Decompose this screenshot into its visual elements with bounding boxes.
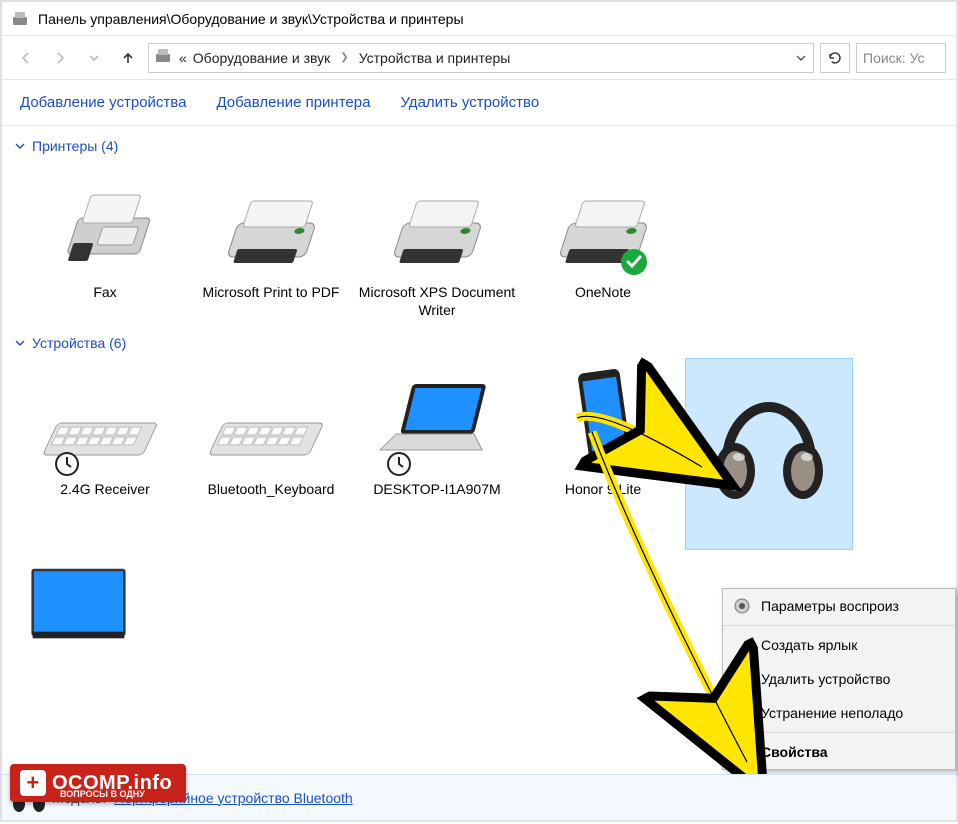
add-device-button[interactable]: Добавление устройства (20, 94, 186, 111)
device-label: 2.4G Receiver (26, 481, 184, 499)
group-header-printers[interactable]: Принтеры (4) (12, 132, 946, 162)
menu-separator (723, 732, 955, 733)
device-phone[interactable]: Honor 9 Lite (520, 359, 686, 549)
watermark-plus-icon: + (20, 770, 46, 796)
chevron-down-icon (14, 140, 26, 152)
device-xps-writer[interactable]: Microsoft XPS Document Writer (354, 162, 520, 329)
blank-icon (733, 704, 751, 722)
search-placeholder: Поиск: Ус (863, 50, 925, 66)
blank-icon (733, 636, 751, 654)
search-input[interactable]: Поиск: Ус (856, 43, 946, 73)
address-bar[interactable]: « Оборудование и звук ❯ Устройства и при… (148, 43, 814, 73)
device-receiver[interactable]: 2.4G Receiver (22, 359, 188, 549)
device-label: DESKTOP-I1A907M (358, 481, 516, 499)
breadcrumb-prefix[interactable]: « (179, 50, 187, 66)
titlebar: Панель управления\Оборудование и звук\Ус… (2, 2, 956, 36)
group-title-devices: Устройства (6) (32, 335, 126, 351)
context-menu: Параметры воспроиз Создать ярлык Удалить… (722, 588, 956, 770)
device-label: Fax (26, 284, 184, 302)
device-print-to-pdf[interactable]: Microsoft Print to PDF (188, 162, 354, 329)
up-button[interactable] (114, 44, 142, 72)
remove-device-button[interactable]: Удалить устройство (400, 94, 539, 111)
fax-icon (26, 168, 184, 278)
breadcrumb-2[interactable]: Устройства и принтеры (359, 50, 511, 66)
pending-clock-icon (386, 451, 412, 477)
menu-label: Удалить устройство (761, 671, 890, 687)
menu-remove-device[interactable]: Удалить устройство (723, 662, 955, 696)
menu-properties[interactable]: Свойства (723, 735, 955, 769)
menu-label: Свойства (761, 744, 828, 760)
menu-playback-settings[interactable]: Параметры воспроиз (723, 589, 955, 623)
breadcrumb-1[interactable]: Оборудование и звук (193, 50, 331, 66)
chevron-down-icon (14, 337, 26, 349)
phone-icon (524, 365, 682, 475)
monitor-icon (26, 555, 126, 665)
device-fax[interactable]: Fax (22, 162, 188, 329)
control-panel-icon (155, 48, 173, 67)
device-label: Microsoft Print to PDF (192, 284, 350, 302)
device-label: Honor 9 Lite (524, 481, 682, 499)
device-headphones[interactable] (686, 359, 852, 549)
keyboard-icon (26, 365, 184, 475)
blank-icon (733, 743, 751, 761)
printer-icon (192, 168, 350, 278)
recent-dropdown[interactable] (80, 44, 108, 72)
menu-troubleshoot[interactable]: Устранение неполадо (723, 696, 955, 730)
default-check-icon (620, 248, 648, 276)
menu-label: Устранение неполадо (761, 705, 903, 721)
chevron-right-icon[interactable]: ❯ (336, 52, 352, 63)
menu-separator (723, 625, 955, 626)
window-title: Панель управления\Оборудование и звук\Ус… (38, 11, 464, 27)
headphones-icon (690, 365, 848, 515)
add-printer-button[interactable]: Добавление принтера (216, 94, 370, 111)
printer-icon (358, 168, 516, 278)
command-bar: Добавление устройства Добавление принтер… (2, 80, 956, 126)
keyboard-icon (192, 365, 350, 475)
group-title-printers: Принтеры (4) (32, 138, 118, 154)
speaker-icon (733, 597, 751, 615)
group-header-devices[interactable]: Устройства (6) (12, 329, 946, 359)
refresh-button[interactable] (820, 43, 850, 73)
device-label: OneNote (524, 284, 682, 302)
laptop-icon (358, 365, 516, 475)
shield-icon (733, 670, 751, 688)
menu-label: Параметры воспроиз (761, 598, 899, 614)
window-icon (12, 11, 30, 27)
printers-grid: Fax Microsoft Print to PDF (12, 162, 946, 329)
device-desktop[interactable]: DESKTOP-I1A907M (354, 359, 520, 549)
back-button[interactable] (12, 44, 40, 72)
watermark: + OCOMP.info ВОПРОСЫ В ОДНУ (10, 764, 186, 802)
nav-row: « Оборудование и звук ❯ Устройства и при… (2, 36, 956, 80)
address-dropdown[interactable] (795, 52, 807, 64)
device-bt-keyboard[interactable]: Bluetooth_Keyboard (188, 359, 354, 549)
device-label: Microsoft XPS Document Writer (358, 284, 516, 319)
device-onenote[interactable]: OneNote (520, 162, 686, 329)
device-label: Bluetooth_Keyboard (192, 481, 350, 499)
watermark-subtext: ВОПРОСЫ В ОДНУ (60, 789, 145, 799)
menu-create-shortcut[interactable]: Создать ярлык (723, 628, 955, 662)
device-monitor[interactable] (22, 549, 130, 675)
forward-button[interactable] (46, 44, 74, 72)
menu-label: Создать ярлык (761, 637, 857, 653)
pending-clock-icon (54, 451, 80, 477)
printer-icon (524, 168, 682, 278)
